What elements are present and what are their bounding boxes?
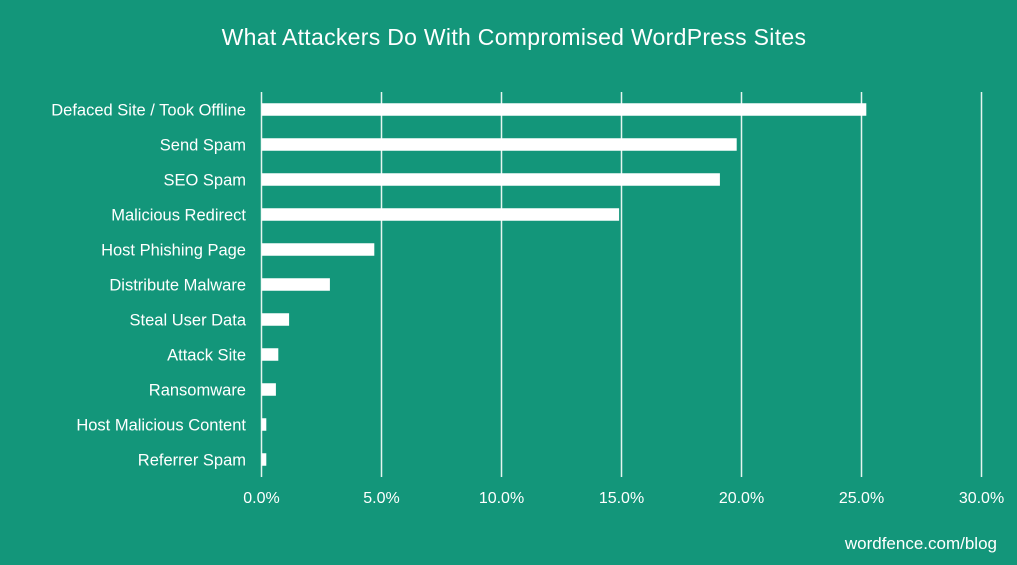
bar: [261, 278, 330, 291]
category-label: Malicious Redirect: [111, 207, 246, 225]
x-tick-label: 25.0%: [839, 490, 884, 507]
x-tick-labels: 0.0% 5.0% 10.0% 15.0% 20.0% 25.0% 30.0%: [243, 490, 1004, 507]
bar: [261, 138, 737, 151]
bar: [261, 243, 375, 256]
category-label: Steal User Data: [130, 312, 247, 330]
category-label: Ransomware: [149, 382, 246, 400]
chart-title: What Attackers Do With Compromised WordP…: [222, 24, 807, 50]
bar: [261, 383, 276, 396]
bar: [261, 348, 279, 361]
category-label: Attack Site: [167, 347, 246, 365]
bar-chart: What Attackers Do With Compromised WordP…: [51, 24, 1004, 553]
category-label: Send Spam: [160, 137, 246, 155]
x-tick-label: 30.0%: [959, 490, 1004, 507]
source-credit: wordfence.com/blog: [844, 534, 997, 553]
category-label: SEO Spam: [163, 172, 246, 190]
category-label: Host Malicious Content: [76, 417, 246, 435]
x-tick-label: 15.0%: [599, 490, 644, 507]
x-tick-label: 5.0%: [363, 490, 399, 507]
x-tick-label: 10.0%: [479, 490, 524, 507]
category-label: Host Phishing Page: [101, 242, 246, 260]
category-labels: Defaced Site / Took Offline Send Spam SEO …: [51, 102, 247, 470]
bar: [261, 313, 290, 326]
category-label: Referrer Spam: [138, 452, 246, 470]
category-label: Defaced Site / Took Offline: [51, 102, 246, 120]
bar: [261, 103, 867, 116]
x-tick-label: 0.0%: [243, 490, 279, 507]
x-tick-label: 20.0%: [719, 490, 764, 507]
bars: [261, 103, 867, 466]
bar: [261, 208, 620, 221]
bar: [261, 418, 267, 431]
bar: [261, 173, 720, 186]
category-label: Distribute Malware: [109, 277, 246, 295]
bar: [261, 453, 267, 466]
